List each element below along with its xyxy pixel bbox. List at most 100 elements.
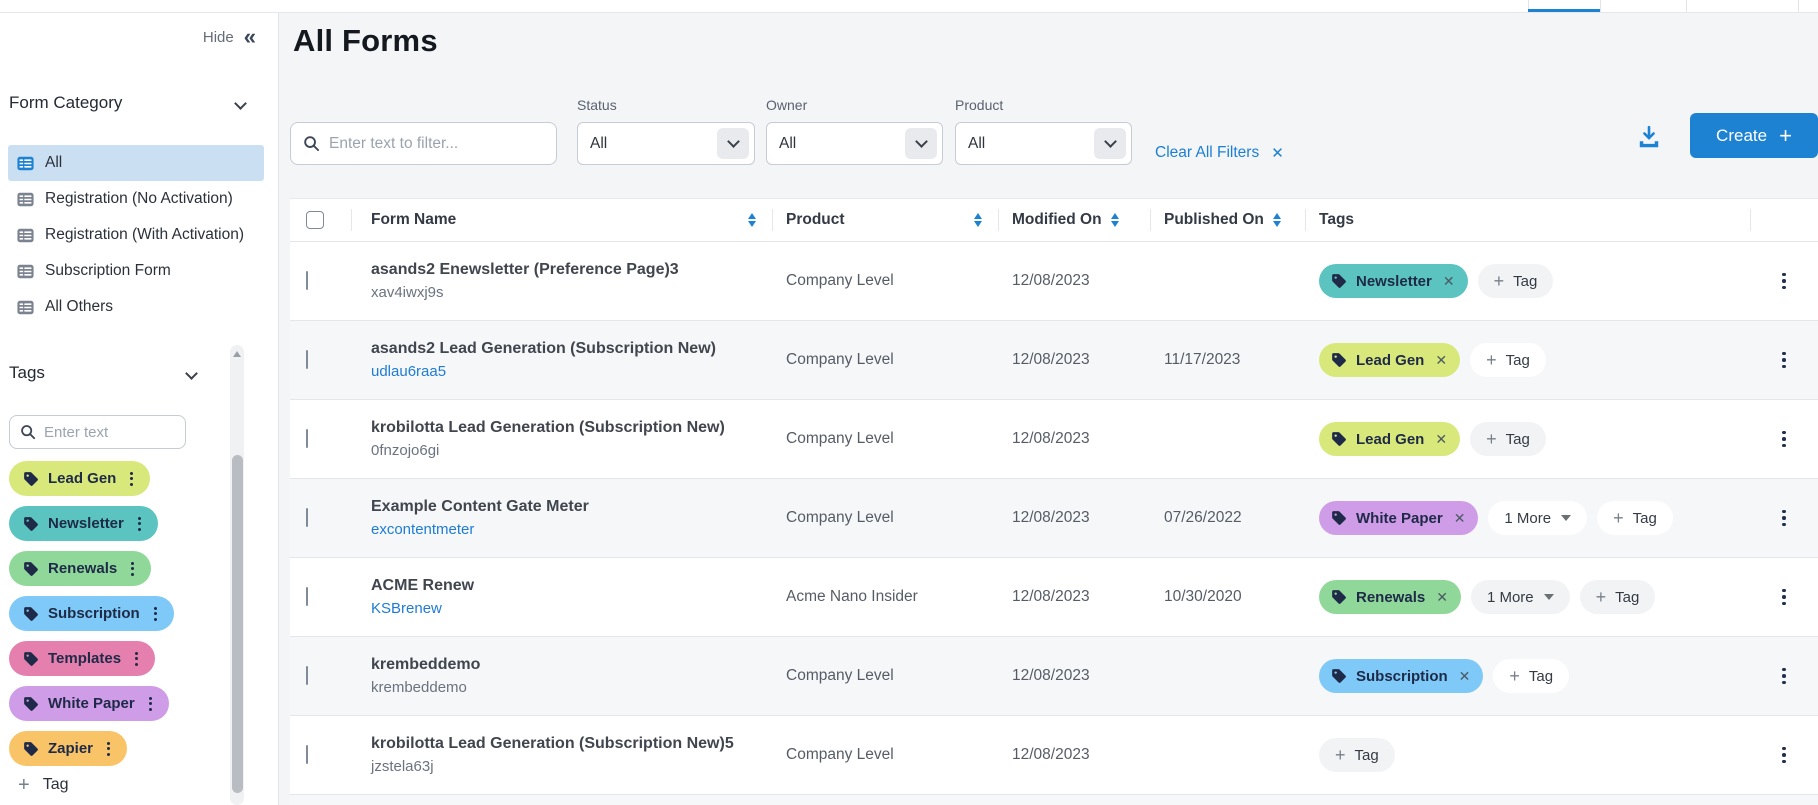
tags-search-input[interactable] (44, 424, 175, 441)
remove-tag-icon[interactable]: ✕ (1435, 352, 1447, 369)
sidebar-item-registration-with-activation[interactable]: Registration (With Activation) (8, 217, 264, 253)
scrollbar-thumb[interactable] (232, 455, 243, 793)
sidebar-tag-templates[interactable]: Templates (9, 641, 155, 676)
row-options-icon[interactable] (1774, 505, 1794, 532)
sidebar-tag-subscription[interactable]: Subscription (9, 596, 174, 631)
sort-icon[interactable] (1273, 213, 1281, 227)
remove-tag-icon[interactable]: ✕ (1435, 431, 1447, 448)
add-tag-button[interactable]: +Tag (1597, 501, 1673, 535)
add-tag-button[interactable]: +Tag (1470, 422, 1546, 456)
sidebar-item-label: Registration (No Activation) (45, 190, 233, 208)
row-options-icon[interactable] (1774, 347, 1794, 374)
add-tag-button[interactable]: +Tag (1493, 659, 1569, 693)
tag-pill-newsletter[interactable]: Newsletter✕ (1319, 264, 1468, 298)
row-options-icon[interactable] (1774, 268, 1794, 295)
clear-all-filters-button[interactable]: Clear All Filters ✕ (1155, 144, 1284, 162)
owner-filter-dropdown[interactable]: All (766, 122, 943, 165)
form-id-link[interactable]: excontentmeter (371, 519, 772, 540)
chevron-down-icon[interactable] (185, 367, 198, 380)
tags-cell: Lead Gen✕ +Tag (1305, 422, 1750, 456)
column-header-actions (1750, 199, 1818, 241)
tag-options-icon[interactable] (133, 648, 140, 670)
row-options-icon[interactable] (1774, 584, 1794, 611)
sidebar-tag-newsletter[interactable]: Newsletter (9, 506, 158, 541)
row-checkbox[interactable] (306, 587, 308, 606)
chevron-down-icon[interactable] (234, 97, 247, 110)
chevron-down-icon[interactable] (717, 128, 749, 159)
row-checkbox[interactable] (306, 508, 308, 527)
remove-tag-icon[interactable]: ✕ (1459, 668, 1471, 685)
sidebar-add-tag-button[interactable]: + Tag (18, 776, 68, 794)
row-checkbox[interactable] (306, 271, 308, 290)
tag-label: White Paper (1356, 510, 1443, 527)
more-tags-button[interactable]: 1 More (1488, 501, 1587, 535)
form-id-link[interactable]: KSBrenew (371, 598, 772, 619)
row-checkbox-cell (290, 351, 351, 369)
sidebar-item-all[interactable]: All (8, 145, 264, 181)
row-checkbox[interactable] (306, 350, 308, 369)
status-filter-dropdown[interactable]: All (577, 122, 755, 165)
modified-on-cell: 12/08/2023 (998, 509, 1150, 527)
published-on-cell: 11/17/2023 (1150, 351, 1305, 369)
add-tag-button[interactable]: +Tag (1319, 738, 1395, 772)
remove-tag-icon[interactable]: ✕ (1443, 273, 1455, 290)
row-actions-cell (1750, 742, 1818, 769)
sort-icon[interactable] (1111, 213, 1119, 227)
hide-sidebar-button[interactable]: Hide « (203, 28, 256, 46)
form-list-icon (17, 263, 34, 280)
tag-pill-white-paper[interactable]: White Paper ✕ (1319, 501, 1478, 535)
column-header-product[interactable]: Product (772, 199, 998, 241)
remove-tag-icon[interactable]: ✕ (1454, 510, 1466, 527)
tag-options-icon[interactable] (128, 468, 135, 490)
tags-scrollbar[interactable] (230, 345, 244, 805)
scroll-up-icon[interactable] (233, 351, 241, 357)
tag-options-icon[interactable] (136, 513, 143, 535)
row-checkbox[interactable] (306, 666, 308, 685)
column-header-published-on[interactable]: Published On (1150, 199, 1305, 241)
add-tag-button[interactable]: +Tag (1478, 264, 1554, 298)
sort-icon[interactable] (974, 213, 982, 227)
sidebar-item-subscription-form[interactable]: Subscription Form (8, 253, 264, 289)
sidebar-tag-lead-gen[interactable]: Lead Gen (9, 461, 150, 496)
chevron-down-icon[interactable] (905, 128, 937, 159)
product-cell: Company Level (772, 509, 998, 527)
row-checkbox[interactable] (306, 429, 308, 448)
owner-filter-value: All (779, 135, 796, 153)
table-filter-input[interactable] (329, 135, 544, 153)
tag-pill-lead-gen[interactable]: Lead Gen✕ (1319, 422, 1460, 456)
remove-tag-icon[interactable]: ✕ (1436, 589, 1448, 606)
more-tags-button[interactable]: 1 More (1471, 580, 1570, 614)
tag-options-icon[interactable] (152, 603, 159, 625)
sidebar-item-registration-no-activation[interactable]: Registration (No Activation) (8, 181, 264, 217)
row-options-icon[interactable] (1774, 426, 1794, 453)
collapse-sidebar-icon[interactable]: « (244, 28, 256, 46)
sidebar-tag-zapier[interactable]: Zapier (9, 731, 127, 766)
tag-pill-renewals[interactable]: Renewals✕ (1319, 580, 1461, 614)
tag-options-icon[interactable] (105, 738, 112, 760)
form-id: jzstela63j (371, 756, 772, 777)
select-all-checkbox[interactable] (306, 211, 324, 229)
sidebar-tag-white-paper[interactable]: White Paper (9, 686, 169, 721)
sort-icon[interactable] (748, 213, 756, 227)
form-id-link[interactable]: udlau6raa5 (371, 361, 772, 382)
create-button[interactable]: Create + (1690, 113, 1818, 158)
row-options-icon[interactable] (1774, 663, 1794, 690)
tag-pill-subscription[interactable]: Subscription✕ (1319, 659, 1483, 693)
column-header-form-name[interactable]: Form Name (351, 199, 772, 241)
chevron-down-icon[interactable] (1094, 128, 1126, 159)
column-header-modified-on[interactable]: Modified On (998, 199, 1150, 241)
product-cell: Company Level (772, 746, 998, 764)
row-options-icon[interactable] (1774, 742, 1794, 769)
export-download-button[interactable] (1632, 120, 1666, 154)
product-filter-dropdown[interactable]: All (955, 122, 1132, 165)
add-tag-button[interactable]: +Tag (1580, 580, 1656, 614)
sidebar-tag-renewals[interactable]: Renewals (9, 551, 151, 586)
tag-options-icon[interactable] (147, 693, 154, 715)
row-checkbox[interactable] (306, 745, 308, 764)
tag-pill-lead-gen[interactable]: Lead Gen✕ (1319, 343, 1460, 377)
tag-options-icon[interactable] (129, 558, 136, 580)
sidebar-item-all-others[interactable]: All Others (8, 289, 264, 325)
product-cell: Acme Nano Insider (772, 588, 998, 606)
search-icon (303, 135, 320, 152)
add-tag-button[interactable]: +Tag (1470, 343, 1546, 377)
